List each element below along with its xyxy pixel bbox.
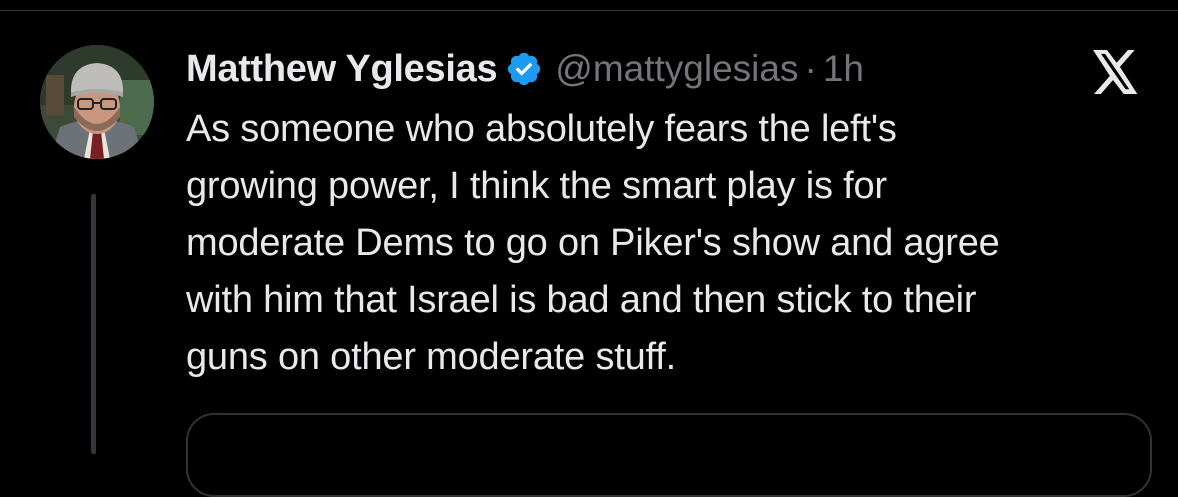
tweet-header: Matthew Yglesias @mattyglesias · 1h [186, 44, 864, 94]
author-handle[interactable]: @mattyglesias [555, 48, 798, 90]
avatar[interactable] [40, 45, 154, 159]
x-logo-icon[interactable] [1093, 50, 1139, 94]
verified-badge-icon [505, 50, 543, 88]
avatar-photo [40, 45, 154, 159]
top-divider [0, 10, 1178, 11]
tweet-timestamp[interactable]: 1h [823, 48, 864, 90]
tweet-body-text: As someone who absolutely fears the left… [186, 108, 1000, 378]
thread-connector-line [91, 194, 96, 454]
author-name[interactable]: Matthew Yglesias [186, 48, 498, 91]
quoted-tweet-card[interactable] [186, 413, 1152, 497]
separator-dot: · [804, 48, 817, 89]
